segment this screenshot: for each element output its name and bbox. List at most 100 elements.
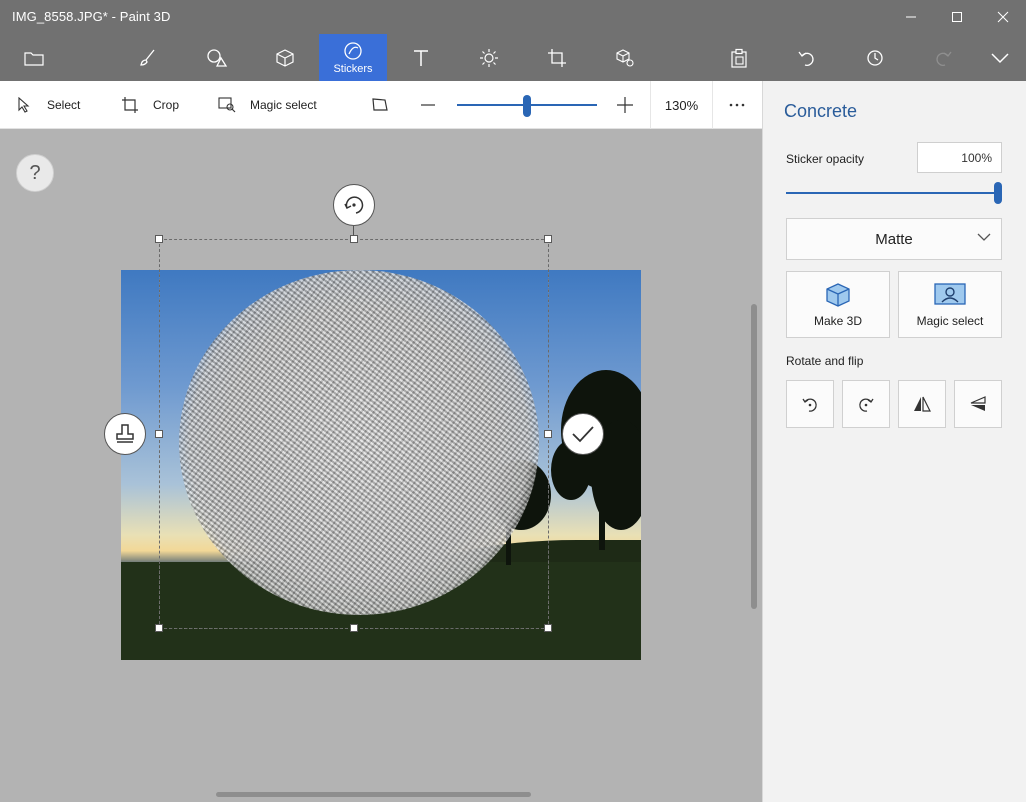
resize-handle-top-right[interactable] <box>544 235 552 243</box>
make-3d-button[interactable]: Make 3D <box>786 271 890 338</box>
canvas-area[interactable]: ? <box>0 129 762 802</box>
resize-handle-top-left[interactable] <box>155 235 163 243</box>
resize-handle-left[interactable] <box>155 430 163 438</box>
rotate-left-icon <box>802 398 817 412</box>
flag-view-icon <box>372 98 388 111</box>
opacity-slider-track[interactable] <box>786 192 996 194</box>
3d-library-icon <box>616 48 634 67</box>
tool-2d-shapes[interactable] <box>183 34 251 81</box>
finish-dropdown[interactable]: Matte <box>786 218 1002 260</box>
checkmark-icon <box>572 426 594 443</box>
flip-vertical-icon <box>970 396 986 411</box>
rotate-flip-label: Rotate and flip <box>786 354 864 368</box>
window-title: IMG_8558.JPG* - Paint 3D <box>12 9 171 24</box>
canvas-icon <box>548 48 566 67</box>
resize-handle-bottom[interactable] <box>350 624 358 632</box>
flip-horizontal-button[interactable] <box>898 380 946 428</box>
help-label: ? <box>29 161 41 184</box>
panel-title: Concrete <box>784 101 858 121</box>
magic-select-panel-button[interactable]: Magic select <box>898 271 1002 338</box>
close-icon <box>997 11 1009 23</box>
magic-select-label: Magic select <box>250 98 317 112</box>
crop-button[interactable]: Crop <box>121 81 179 129</box>
tool-brushes[interactable] <box>114 34 182 81</box>
rotate-right-button[interactable] <box>842 380 890 428</box>
minimize-button[interactable] <box>888 0 934 34</box>
minimize-icon <box>906 16 916 18</box>
selection-box[interactable] <box>159 239 549 629</box>
resize-handle-top[interactable] <box>350 235 358 243</box>
zoom-in-button[interactable] <box>616 81 644 129</box>
chevron-down-icon <box>977 233 991 241</box>
brush-icon <box>140 49 155 66</box>
rotate-handle-stem <box>353 226 354 236</box>
main-toolbar: Stickers <box>0 34 1026 81</box>
folder-icon <box>24 51 44 66</box>
commit-button[interactable] <box>562 413 604 455</box>
flip-vertical-button[interactable] <box>954 380 1002 428</box>
tool-effects[interactable] <box>455 34 523 81</box>
maximize-button[interactable] <box>934 0 980 34</box>
magic-select-icon <box>934 283 966 305</box>
help-button[interactable]: ? <box>16 154 54 192</box>
history-icon <box>867 49 883 66</box>
paste-button[interactable] <box>705 34 773 81</box>
sticker-toolbar: Select Crop Magic select 130% <box>0 81 762 129</box>
magic-select-icon <box>218 97 236 113</box>
effects-icon <box>480 48 498 67</box>
text-icon <box>414 49 428 66</box>
resize-handle-right[interactable] <box>544 430 552 438</box>
zoom-slider-thumb[interactable] <box>523 95 531 117</box>
undo-button[interactable] <box>773 34 841 81</box>
opacity-slider-thumb[interactable] <box>994 182 1002 204</box>
select-label: Select <box>47 98 81 112</box>
title-bar: IMG_8558.JPG* - Paint 3D <box>0 0 1026 34</box>
menu-button[interactable] <box>0 34 68 81</box>
horizontal-scrollbar[interactable] <box>216 792 531 797</box>
2d-shapes-icon <box>207 48 228 67</box>
zoom-out-button[interactable] <box>420 81 446 129</box>
history-button[interactable] <box>841 34 909 81</box>
tool-3d-shapes[interactable] <box>251 34 319 81</box>
redo-icon <box>936 51 952 66</box>
stickers-icon <box>344 41 362 60</box>
pointer-icon <box>18 97 30 113</box>
expand-toolbar-button[interactable] <box>966 34 1026 81</box>
cube-icon <box>826 283 850 307</box>
more-icon <box>729 103 745 107</box>
tree-trunk <box>599 500 605 550</box>
chevron-down-icon <box>991 52 1009 63</box>
crop-icon <box>122 97 138 113</box>
zoom-percentage[interactable]: 130% <box>650 81 713 129</box>
close-button[interactable] <box>980 0 1026 34</box>
select-button[interactable]: Select <box>17 81 80 129</box>
tool-stickers[interactable]: Stickers <box>319 34 387 81</box>
stamp-icon <box>116 424 134 443</box>
rotate-handle[interactable] <box>333 184 375 226</box>
make-3d-label: Make 3D <box>813 314 863 328</box>
tool-text[interactable] <box>387 34 455 81</box>
resize-handle-bottom-right[interactable] <box>544 624 552 632</box>
minus-icon <box>421 104 435 106</box>
magic-select-button[interactable]: Magic select <box>218 81 317 129</box>
rotate-icon <box>344 196 364 214</box>
crop-label: Crop <box>153 98 180 112</box>
tool-canvas[interactable] <box>523 34 591 81</box>
tool-3d-library[interactable] <box>591 34 659 81</box>
stickers-label: Stickers <box>333 62 373 75</box>
resize-handle-bottom-left[interactable] <box>155 624 163 632</box>
stamp-button[interactable] <box>104 413 146 455</box>
vertical-scrollbar[interactable] <box>751 304 757 609</box>
rotate-right-icon <box>859 398 874 412</box>
3d-shapes-icon <box>276 48 294 67</box>
flip-horizontal-icon <box>914 396 931 412</box>
rotate-left-button[interactable] <box>786 380 834 428</box>
opacity-input[interactable]: 100% <box>917 142 1002 173</box>
plus-icon <box>617 97 633 113</box>
opacity-label: Sticker opacity <box>786 152 865 166</box>
maximize-icon <box>952 12 962 22</box>
magic-select-panel-label: Magic select <box>916 314 984 328</box>
view-button[interactable] <box>371 81 399 129</box>
sticker-properties-panel: Concrete Sticker opacity 100% Matte Make… <box>762 81 1026 802</box>
more-options-button[interactable] <box>728 81 756 129</box>
